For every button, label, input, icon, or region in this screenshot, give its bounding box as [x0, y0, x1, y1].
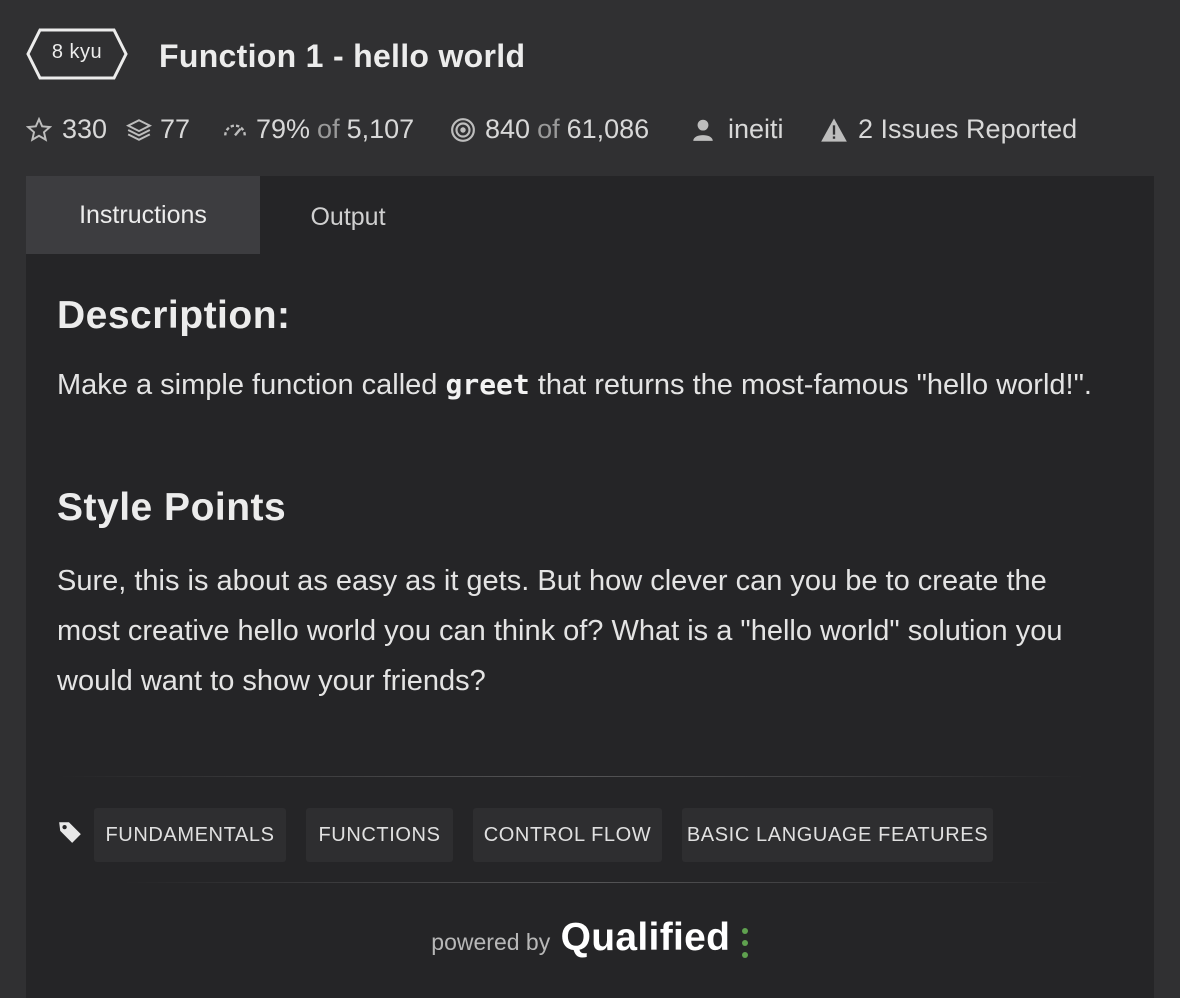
style-points-text: Sure, this is about as easy as it gets. … — [57, 565, 1063, 697]
collections-count: 77 — [160, 114, 191, 144]
gauge-icon — [222, 117, 248, 143]
tag-icon — [57, 819, 83, 850]
instructions-content: Description: Make a simple function call… — [57, 294, 1117, 706]
author-stat[interactable]: ineiti — [690, 114, 784, 145]
style-points-heading: Style Points — [57, 486, 287, 529]
rank-label: 8 kyu — [51, 41, 103, 63]
completed-count: 840 — [485, 114, 531, 144]
completed-of: of — [537, 114, 560, 144]
warning-icon — [820, 117, 848, 143]
kata-header: 8 kyu Function 1 - hello world — [26, 28, 1154, 84]
tags-divider-bottom — [122, 882, 1062, 883]
tag-functions[interactable]: FUNCTIONS — [306, 808, 453, 862]
description-text-after: that returns the most-famous "hello worl… — [529, 369, 1092, 401]
tag-basic-language-features[interactable]: BASIC LANGUAGE FEATURES — [682, 808, 993, 862]
issues-stat[interactable]: 2 Issues Reported — [820, 114, 1077, 145]
completed-stat: 840 of 61,086 — [450, 114, 649, 145]
powered-by-label: powered by — [431, 929, 551, 955]
description-text: Make a simple function called greet that… — [57, 360, 1117, 410]
issues-label: 2 Issues Reported — [858, 114, 1078, 144]
kata-panel: Instructions Output Description: Make a … — [26, 176, 1154, 998]
star-icon — [26, 116, 52, 143]
layers-icon — [126, 117, 152, 143]
author-name: ineiti — [728, 114, 784, 144]
tab-bar: Instructions Output — [26, 176, 1154, 254]
qualified-logo-text: Qualified — [560, 916, 731, 959]
tags-divider-top — [57, 776, 1087, 777]
kata-stats: 330 77 79% of 5,107 840 of 61,086 ineiti… — [26, 112, 1154, 152]
user-icon — [690, 117, 716, 143]
qualified-dots-icon — [741, 926, 749, 965]
satisfaction-stat: 79% of 5,107 — [222, 114, 414, 145]
kata-title: Function 1 - hello world — [159, 38, 526, 74]
target-icon — [450, 117, 476, 143]
collections-stat[interactable]: 77 — [126, 114, 190, 145]
tag-control-flow[interactable]: CONTROL FLOW — [473, 808, 662, 862]
tag-fundamentals[interactable]: FUNDAMENTALS — [94, 808, 286, 862]
stars-stat[interactable]: 330 — [26, 114, 107, 145]
rank-badge: 8 kyu — [26, 28, 128, 80]
stars-count: 330 — [62, 114, 108, 144]
completed-total: 61,086 — [566, 114, 650, 144]
tab-instructions[interactable]: Instructions — [26, 176, 260, 254]
tab-output[interactable]: Output — [260, 178, 436, 256]
description-keyword: greet — [445, 368, 530, 401]
description-heading: Description: — [57, 294, 291, 337]
satisfaction-of: of — [317, 114, 340, 144]
tag-list: FUNDAMENTALS FUNCTIONS CONTROL FLOW BASI… — [57, 808, 1117, 862]
satisfaction-total: 5,107 — [346, 114, 415, 144]
satisfaction-percent: 79% — [256, 114, 311, 144]
powered-by-footer[interactable]: powered by Qualified — [26, 916, 1154, 965]
description-text-before: Make a simple function called — [57, 369, 446, 401]
